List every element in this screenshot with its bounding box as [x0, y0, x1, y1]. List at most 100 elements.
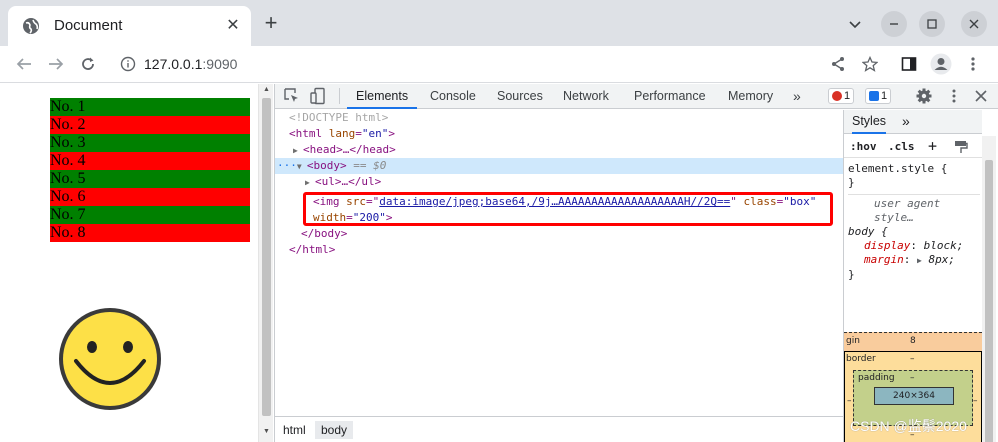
page-scrollbar-thumb[interactable]	[262, 98, 271, 416]
expand-triangle-icon[interactable]: ▶	[917, 256, 922, 265]
breadcrumb-body[interactable]: body	[315, 421, 354, 439]
share-icon[interactable]	[826, 52, 850, 76]
styles-more-chevron-icon[interactable]: »	[902, 110, 910, 134]
bm-left-dash: –	[847, 396, 852, 406]
dom-node-ul[interactable]: ▶ <ul>…</ul>	[275, 174, 843, 190]
element-style-selector: element.style {	[848, 162, 948, 175]
kebab-menu-icon[interactable]	[961, 52, 985, 76]
error-count-badge[interactable]: 1	[828, 88, 855, 104]
devtools-panel: Elements Console Sources Network Perform…	[274, 84, 998, 442]
body-close-tag: </body>	[301, 227, 348, 240]
list-item: No. 8	[50, 224, 250, 242]
reload-icon[interactable]	[76, 52, 100, 76]
list-item: No. 5	[50, 170, 250, 188]
watermark-text: CSDN @监鬃2020	[850, 418, 967, 434]
devtools-menu-icon[interactable]	[945, 87, 963, 105]
breadcrumb-html[interactable]: html	[277, 421, 312, 439]
list-item: No. 2	[50, 116, 250, 134]
tab-styles[interactable]: Styles	[852, 110, 887, 134]
highlight-annotation-box	[303, 192, 833, 226]
user-agent-rule[interactable]: user agent style… body { display: block;…	[848, 195, 980, 286]
bookmark-star-icon[interactable]	[858, 52, 882, 76]
new-tab-button[interactable]: +	[260, 12, 282, 34]
styles-scrollbar[interactable]	[982, 136, 996, 442]
display-property: display	[864, 239, 911, 252]
profile-avatar-icon[interactable]	[929, 52, 953, 76]
rule-close-brace: }	[848, 176, 855, 189]
styles-toolbar: :hov .cls +	[844, 136, 982, 158]
bm-padding-label: padding	[858, 373, 895, 383]
message-count-badge[interactable]: 1	[865, 88, 892, 104]
more-tabs-chevron-icon[interactable]: »	[793, 84, 801, 109]
bm-border-label: border	[846, 354, 876, 364]
scroll-up-arrow-icon[interactable]: ▲	[262, 86, 271, 93]
device-toolbar-icon[interactable]	[309, 87, 327, 105]
body-open-tag: <body>	[306, 159, 347, 172]
bm-border-value: –	[910, 354, 915, 364]
dom-node-head[interactable]: ▶ <head>…</head>	[275, 142, 843, 158]
dom-node-body[interactable]: ···▼ <body> == $0	[275, 158, 843, 174]
message-icon	[869, 91, 879, 101]
close-window-button[interactable]	[961, 11, 987, 37]
bm-padding-value: –	[910, 373, 915, 383]
message-count: 1	[881, 90, 888, 102]
head-tag: <head>…</head>	[303, 143, 396, 156]
html-lang-value: "en"	[361, 127, 389, 140]
styles-scrollbar-thumb[interactable]	[985, 160, 993, 442]
list-item: No. 6	[50, 188, 250, 206]
element-style-rule[interactable]: element.style { }	[848, 160, 980, 195]
tab-sources[interactable]: Sources	[497, 84, 543, 109]
devtools-close-icon[interactable]	[972, 87, 990, 105]
styles-tabbar: Styles »	[844, 110, 982, 134]
back-arrow-icon[interactable]	[12, 52, 36, 76]
expand-triangle-icon[interactable]: ▶	[293, 143, 303, 159]
class-toggle[interactable]: .cls	[888, 140, 915, 153]
tab-elements[interactable]: Elements	[347, 84, 418, 109]
dom-tree: <!DOCTYPE html> <html lang="en"> ▶ <head>…	[275, 110, 843, 416]
list-item: No. 7	[50, 206, 250, 224]
scroll-down-arrow-icon[interactable]: ▼	[262, 428, 271, 435]
bm-content-box[interactable]: 240×364	[874, 387, 954, 405]
address-bar[interactable]: 127.0.0.1:9090	[110, 49, 816, 79]
tab-network[interactable]: Network	[563, 84, 609, 109]
settings-gear-icon[interactable]	[915, 87, 933, 105]
side-panel-icon[interactable]	[897, 52, 921, 76]
tab-search-chevron-icon[interactable]	[842, 11, 868, 37]
tab-title: Document	[54, 17, 123, 34]
site-info-icon[interactable]	[120, 56, 136, 72]
toolbar-divider	[339, 88, 340, 104]
add-rule-button[interactable]: +	[928, 137, 937, 155]
browser-tab[interactable]: Document ✕	[8, 6, 251, 46]
tab-memory[interactable]: Memory	[728, 84, 773, 109]
html-lang-attr: lang	[328, 127, 356, 140]
url-host: 127.0.0.1	[144, 56, 203, 72]
dom-node-doctype[interactable]: <!DOCTYPE html>	[275, 110, 843, 126]
node-actions-ellipsis[interactable]: ···	[277, 159, 297, 172]
tab-console[interactable]: Console	[430, 84, 476, 109]
paint-roller-icon[interactable]	[954, 140, 968, 154]
list-item: No. 4	[50, 152, 250, 170]
forward-arrow-icon[interactable]	[44, 52, 68, 76]
dom-node-html-close[interactable]: </html>	[275, 242, 843, 258]
expand-triangle-icon[interactable]: ▶	[305, 175, 315, 191]
maximize-button[interactable]	[919, 11, 945, 37]
globe-icon	[23, 18, 39, 34]
bm-right-dash: –	[973, 396, 978, 406]
hover-state-toggle[interactable]: :hov	[850, 140, 877, 153]
tab-close-icon[interactable]: ✕	[223, 16, 243, 36]
dom-node-body-close[interactable]: </body>	[275, 226, 843, 242]
styles-rules: element.style { } user agent style… body…	[848, 160, 980, 286]
minimize-button[interactable]	[881, 11, 907, 37]
ul-tag: <ul>…</ul>	[315, 175, 382, 188]
page-scrollbar[interactable]: ▲ ▼	[258, 84, 273, 442]
bm-margin-value: 8	[910, 336, 916, 346]
margin-value: 8px;	[928, 253, 955, 266]
dom-node-html[interactable]: <html lang="en">	[275, 126, 843, 142]
error-count: 1	[844, 90, 851, 102]
body-selector: body {	[848, 225, 888, 238]
collapse-triangle-icon[interactable]: ▼	[297, 159, 307, 175]
margin-property: margin	[864, 253, 904, 266]
display-declaration: display: block;	[864, 239, 964, 252]
inspect-element-icon[interactable]	[283, 87, 301, 105]
tab-performance[interactable]: Performance	[634, 84, 706, 109]
